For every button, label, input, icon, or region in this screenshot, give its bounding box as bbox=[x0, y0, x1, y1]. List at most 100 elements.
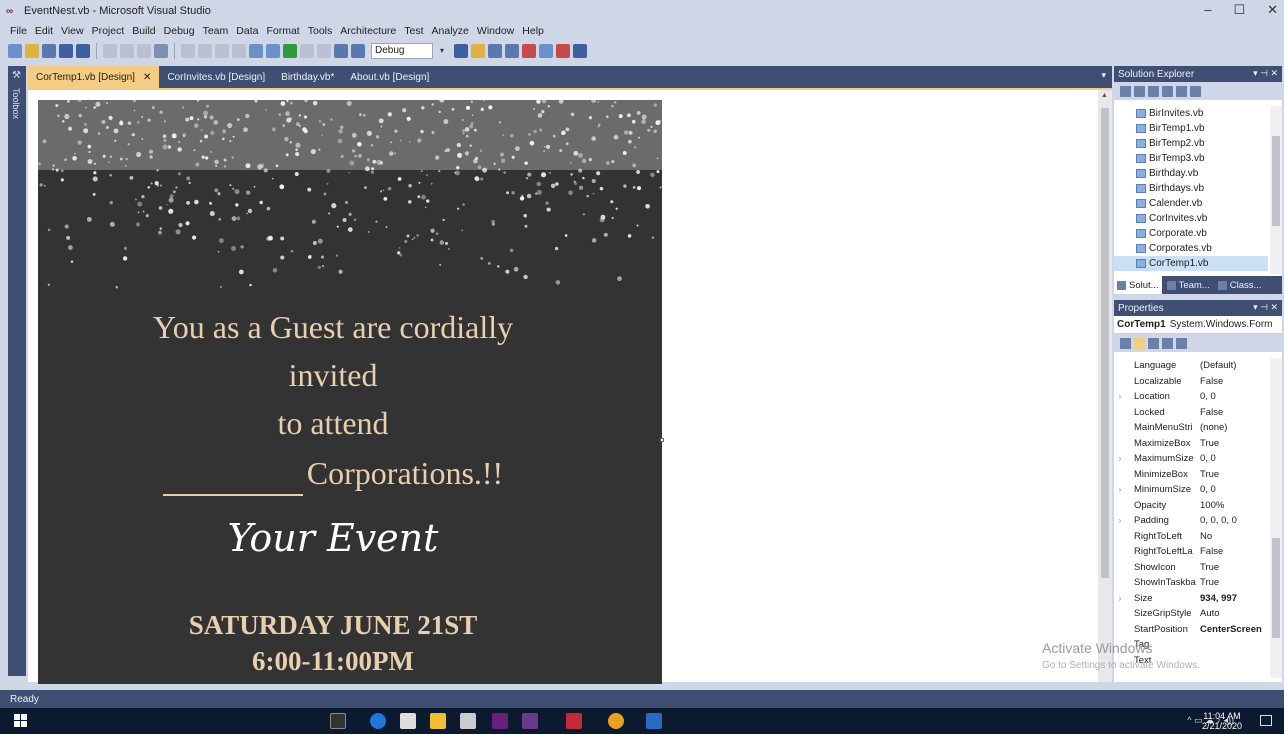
property-row[interactable]: Opacity 100% bbox=[1114, 498, 1268, 514]
step-over-icon[interactable] bbox=[351, 44, 365, 58]
property-value[interactable]: 0, 0 bbox=[1198, 453, 1216, 464]
chrome-icon[interactable] bbox=[608, 713, 624, 729]
command-window-icon[interactable] bbox=[573, 44, 587, 58]
solution-file-item[interactable]: BirTemp2.vb bbox=[1114, 136, 1268, 151]
tab-class-view[interactable]: Class... bbox=[1215, 276, 1265, 294]
menu-help[interactable]: Help bbox=[518, 25, 548, 37]
view-code-icon[interactable] bbox=[1162, 85, 1173, 97]
toolbox-pin-icon[interactable]: ⚒ bbox=[12, 70, 22, 81]
solution-file-item[interactable]: CorInvites.vb bbox=[1114, 211, 1268, 226]
solution-explorer-scrollbar[interactable] bbox=[1270, 106, 1282, 274]
close-tab-icon[interactable]: ✕ bbox=[143, 72, 151, 83]
menu-edit[interactable]: Edit bbox=[31, 25, 57, 37]
property-row[interactable]: StartPosition CenterScreen bbox=[1114, 622, 1268, 638]
alphabetical-icon[interactable] bbox=[1134, 337, 1145, 349]
property-value[interactable]: True bbox=[1198, 577, 1219, 588]
property-row[interactable]: RightToLeft No bbox=[1114, 529, 1268, 545]
sql-server-taskbar-icon[interactable] bbox=[522, 713, 538, 729]
redo-icon[interactable] bbox=[232, 44, 246, 58]
find-icon[interactable] bbox=[154, 44, 168, 58]
property-row[interactable]: MainMenuStri (none) bbox=[1114, 420, 1268, 436]
tab-team-explorer[interactable]: Team... bbox=[1164, 276, 1213, 294]
property-value[interactable]: False bbox=[1198, 407, 1223, 418]
start-debugging-icon[interactable] bbox=[283, 44, 297, 58]
menu-debug[interactable]: Debug bbox=[160, 25, 199, 37]
solution-file-item[interactable]: CorTemp1.vb bbox=[1114, 256, 1268, 271]
menu-tools[interactable]: Tools bbox=[304, 25, 337, 37]
property-row[interactable]: MaximizeBox True bbox=[1114, 436, 1268, 452]
start-button-icon[interactable] bbox=[14, 714, 28, 728]
comment-icon[interactable] bbox=[181, 44, 195, 58]
menu-project[interactable]: Project bbox=[88, 25, 129, 37]
property-row[interactable]: › MinimumSize 0, 0 bbox=[1114, 482, 1268, 498]
events-icon[interactable] bbox=[1162, 337, 1173, 349]
menu-window[interactable]: Window bbox=[473, 25, 518, 37]
solution-file-item[interactable]: BirInvites.vb bbox=[1114, 106, 1268, 121]
property-value[interactable]: False bbox=[1198, 546, 1223, 557]
stop-icon[interactable] bbox=[317, 44, 331, 58]
solution-file-item[interactable]: Corporate.vb bbox=[1114, 226, 1268, 241]
copy-icon[interactable] bbox=[120, 44, 134, 58]
properties-view-icon[interactable] bbox=[1148, 337, 1159, 349]
property-value[interactable]: CenterScreen bbox=[1198, 624, 1262, 635]
cut-icon[interactable] bbox=[103, 44, 117, 58]
expand-arrow-icon[interactable]: › bbox=[1114, 454, 1126, 463]
file-explorer-icon[interactable] bbox=[430, 713, 446, 729]
tab-list-dropdown-icon[interactable]: ▾ bbox=[1101, 70, 1106, 81]
taskbar-clock[interactable]: 11:04 AM 2/21/2020 bbox=[1202, 711, 1242, 731]
object-selector[interactable]: CorTemp1 System.Windows.Form bbox=[1114, 316, 1282, 334]
solution-configuration-select[interactable]: Debug ▾ bbox=[371, 43, 444, 59]
toolbox-icon[interactable] bbox=[522, 44, 536, 58]
tab-birthday-code[interactable]: Birthday.vb* bbox=[273, 66, 342, 88]
property-row[interactable]: ShowIcon True bbox=[1114, 560, 1268, 576]
uncomment-icon[interactable] bbox=[198, 44, 212, 58]
property-row[interactable]: Localizable False bbox=[1114, 374, 1268, 390]
menu-view[interactable]: View bbox=[57, 25, 88, 37]
add-item-icon[interactable] bbox=[42, 44, 56, 58]
property-value[interactable]: 0, 0 bbox=[1198, 484, 1216, 495]
tab-solution-explorer[interactable]: Solut... bbox=[1114, 276, 1162, 294]
tab-about-design[interactable]: About.vb [Design] bbox=[342, 66, 437, 88]
property-value[interactable]: False bbox=[1198, 376, 1223, 387]
property-row[interactable]: ShowInTaskba True bbox=[1114, 575, 1268, 591]
refresh-icon[interactable] bbox=[1148, 85, 1159, 97]
property-row[interactable]: MinimizeBox True bbox=[1114, 467, 1268, 483]
new-project-icon[interactable] bbox=[8, 44, 22, 58]
properties-icon[interactable] bbox=[1120, 85, 1131, 97]
expand-arrow-icon[interactable]: › bbox=[1114, 485, 1126, 494]
object-browser-icon[interactable] bbox=[505, 44, 519, 58]
property-value[interactable]: True bbox=[1198, 469, 1219, 480]
expand-arrow-icon[interactable]: › bbox=[1114, 594, 1126, 603]
mail-icon[interactable] bbox=[460, 713, 476, 729]
visual-studio-taskbar-icon[interactable] bbox=[492, 713, 508, 729]
solution-file-item[interactable]: BirTemp1.vb bbox=[1114, 121, 1268, 136]
menu-analyze[interactable]: Analyze bbox=[428, 25, 473, 37]
expand-arrow-icon[interactable]: › bbox=[1114, 392, 1126, 401]
menu-data[interactable]: Data bbox=[232, 25, 262, 37]
paste-icon[interactable] bbox=[137, 44, 151, 58]
task-view-icon[interactable] bbox=[330, 713, 346, 729]
property-row[interactable]: › Location 0, 0 bbox=[1114, 389, 1268, 405]
toolbox-strip[interactable]: ⚒ Toolbox bbox=[8, 66, 26, 676]
property-value[interactable]: True bbox=[1198, 562, 1219, 573]
class-view-icon[interactable] bbox=[539, 44, 553, 58]
acrobat-icon[interactable] bbox=[566, 713, 582, 729]
property-pages-icon[interactable] bbox=[1176, 337, 1187, 349]
calculator-icon[interactable] bbox=[646, 713, 662, 729]
property-value[interactable]: 0, 0 bbox=[1198, 391, 1216, 402]
property-value[interactable]: Auto bbox=[1198, 608, 1220, 619]
menu-architecture[interactable]: Architecture bbox=[336, 25, 400, 37]
find-in-files-icon[interactable] bbox=[454, 44, 468, 58]
solution-explorer-icon[interactable] bbox=[471, 44, 485, 58]
property-row[interactable]: Locked False bbox=[1114, 405, 1268, 421]
navigate-backward-icon[interactable] bbox=[249, 44, 263, 58]
maximize-button[interactable]: ☐ bbox=[1233, 2, 1245, 18]
save-all-icon[interactable] bbox=[76, 44, 90, 58]
save-icon[interactable] bbox=[59, 44, 73, 58]
menu-build[interactable]: Build bbox=[128, 25, 159, 37]
property-row[interactable]: › Padding 0, 0, 0, 0 bbox=[1114, 513, 1268, 529]
minimize-button[interactable]: – bbox=[1204, 2, 1211, 18]
step-into-icon[interactable] bbox=[334, 44, 348, 58]
undo-icon[interactable] bbox=[215, 44, 229, 58]
properties-scrollbar[interactable] bbox=[1270, 358, 1282, 678]
